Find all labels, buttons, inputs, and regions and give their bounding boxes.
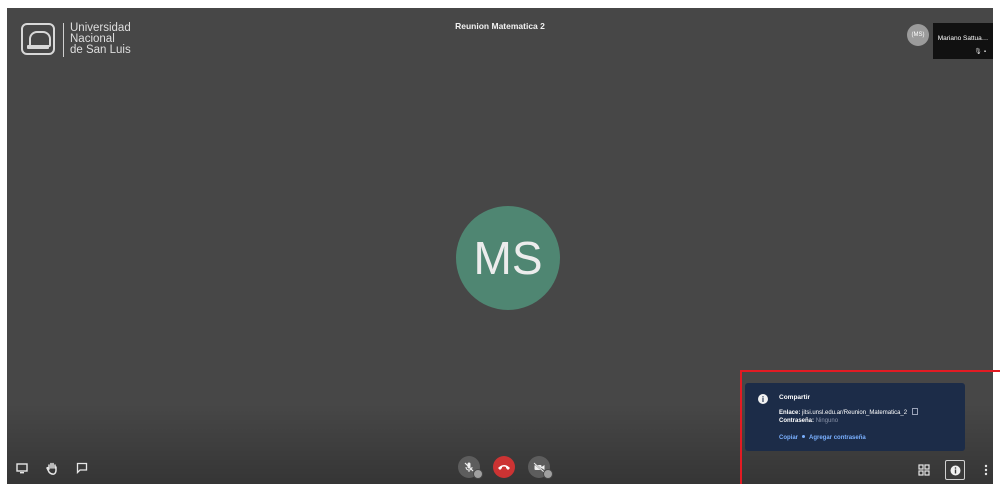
participant-name: Mariano Sattua… bbox=[937, 35, 989, 42]
camera-options-badge[interactable] bbox=[543, 469, 553, 479]
participant-thumbnail[interactable]: Mariano Sattua… 🎙▪ bbox=[933, 23, 993, 59]
hangup-button[interactable] bbox=[493, 456, 515, 478]
camera-muted-status-icon: ▪ bbox=[983, 49, 988, 55]
hangup-icon bbox=[498, 465, 510, 470]
logo-line-3: de San Luis bbox=[70, 44, 131, 56]
raise-hand-icon[interactable] bbox=[44, 460, 60, 476]
highlight-frame bbox=[740, 370, 1000, 484]
toolbar-left bbox=[14, 460, 90, 476]
participant-status-icons: 🎙▪ bbox=[974, 48, 988, 55]
toolbar-center bbox=[458, 456, 553, 479]
meeting-title: Reunion Matematica 2 bbox=[455, 21, 545, 31]
chat-icon[interactable] bbox=[74, 460, 90, 476]
microphone-muted-icon[interactable] bbox=[458, 456, 483, 479]
camera-muted-icon[interactable] bbox=[528, 456, 553, 479]
main-participant-avatar: MS bbox=[456, 206, 560, 310]
mic-options-badge[interactable] bbox=[473, 469, 483, 479]
mic-muted-status-icon: 🎙 bbox=[974, 49, 984, 55]
screen-share-icon[interactable] bbox=[14, 460, 30, 476]
